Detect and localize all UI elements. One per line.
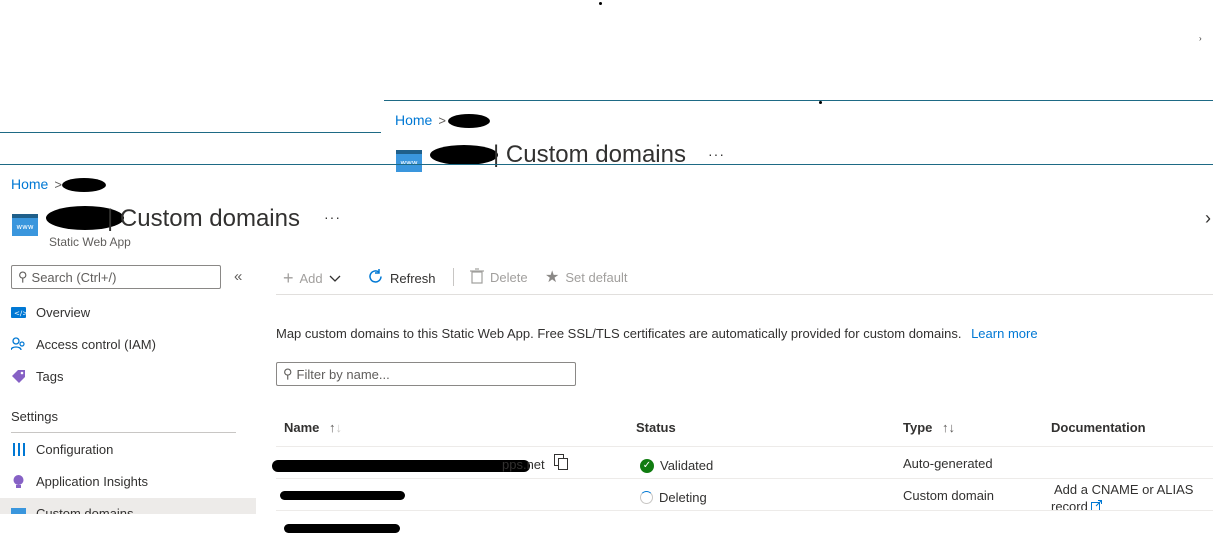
column-header-name[interactable]: Name ↑↓ — [284, 420, 342, 435]
redacted-text — [448, 114, 490, 128]
domain-name-suffix: pps.net — [502, 457, 545, 472]
filter-placeholder: Filter by name... — [296, 366, 390, 382]
sidebar-item-tags[interactable]: Tags — [11, 369, 63, 384]
refresh-button[interactable]: Refresh — [367, 268, 436, 288]
redacted-text — [284, 524, 400, 533]
svg-text:</>: </> — [14, 310, 26, 318]
sidebar-item-custom-domains[interactable]: Custom domains — [0, 498, 256, 514]
sidebar-item-label: Tags — [36, 369, 64, 384]
stray-dot — [599, 2, 602, 5]
chevron-right-icon: › — [1199, 34, 1202, 43]
row-divider — [276, 478, 1213, 479]
column-header-type[interactable]: Type ↑↓ — [903, 420, 955, 435]
redacted-text — [430, 145, 498, 165]
status-label: Validated — [660, 458, 714, 473]
breadcrumb: Home > — [395, 112, 446, 128]
sort-icon: ↑↓ — [942, 420, 956, 435]
sidebar-search-placeholder: Search (Ctrl+/) — [31, 269, 117, 285]
sidebar-item-configuration[interactable]: Configuration — [11, 442, 113, 457]
type-cell: Custom domain — [903, 488, 995, 503]
resource-type-label: Static Web App — [49, 235, 131, 249]
trash-icon — [470, 268, 484, 287]
sidebar-item-overview[interactable]: </> Overview — [11, 305, 90, 320]
divider-line — [0, 132, 381, 133]
filter-input[interactable]: ⚲ Filter by name... — [276, 362, 576, 386]
sort-icon: ↑↓ — [329, 420, 343, 435]
set-default-button-label: Set default — [565, 269, 628, 285]
row-divider — [276, 510, 1213, 511]
sidebar-item-label: Access control (IAM) — [36, 337, 156, 352]
table-header-divider — [276, 446, 1213, 447]
search-icon: ⚲ — [18, 269, 28, 284]
breadcrumb-home-link[interactable]: Home — [395, 112, 432, 128]
learn-more-link[interactable]: Learn more — [971, 326, 1037, 341]
divider-line — [384, 100, 1213, 101]
plus-icon: + — [283, 268, 294, 288]
column-header-label: Name — [284, 420, 320, 435]
toolbar-divider — [453, 268, 454, 286]
copy-icon[interactable] — [554, 454, 568, 473]
sidebar-item-label: Configuration — [36, 442, 114, 457]
divider-line — [0, 164, 1213, 165]
more-icon[interactable]: ··· — [324, 209, 341, 225]
status-validated: ✓ Validated — [640, 458, 713, 473]
doc-link-line1: Add a CNAME or ALIAS — [1054, 482, 1194, 497]
star-icon: ★ — [545, 269, 560, 286]
people-icon — [11, 337, 26, 352]
delete-button-label: Delete — [490, 270, 528, 285]
sliders-icon — [11, 442, 26, 457]
add-button[interactable]: + Add — [283, 268, 341, 289]
redacted-text — [272, 460, 530, 472]
tag-icon — [11, 369, 26, 384]
doc-link-line2: record — [1051, 499, 1088, 514]
chevron-down-icon — [329, 271, 341, 286]
chevron-right-icon: > — [438, 112, 446, 128]
lightbulb-icon — [11, 474, 26, 489]
external-link-icon — [1090, 498, 1102, 515]
toolbar-divider — [276, 294, 1213, 295]
check-circle-icon: ✓ — [640, 458, 654, 473]
refresh-icon — [367, 268, 384, 288]
page-title: | Custom domains — [107, 205, 300, 232]
search-icon: ⚲ — [283, 366, 293, 381]
delete-button[interactable]: Delete — [470, 268, 528, 287]
add-button-label: Add — [299, 271, 323, 286]
set-default-button[interactable]: ★ Set default — [545, 267, 628, 287]
redacted-text — [62, 178, 106, 192]
more-icon[interactable]: ··· — [708, 146, 725, 162]
chevron-right-icon: > — [54, 176, 62, 192]
spinner-icon — [640, 491, 653, 504]
sidebar-item-label: Overview — [36, 305, 91, 320]
static-web-app-icon — [11, 506, 26, 514]
sidebar-item-label: Application Insights — [36, 474, 149, 489]
refresh-button-label: Refresh — [390, 270, 436, 286]
stray-dot — [819, 101, 822, 104]
sidebar-section-settings: Settings — [11, 409, 58, 424]
overview-icon: </> — [11, 305, 26, 320]
status-deleting: Deleting — [640, 490, 707, 505]
divider — [11, 432, 236, 433]
sidebar-item-access-control[interactable]: Access control (IAM) — [11, 337, 156, 352]
static-web-app-icon: www — [396, 150, 422, 172]
chevron-right-icon[interactable]: › — [1205, 208, 1211, 229]
description-text: Map custom domains to this Static Web Ap… — [276, 326, 1038, 341]
description: Map custom domains to this Static Web Ap… — [276, 326, 962, 341]
column-header-status: Status — [636, 420, 676, 435]
breadcrumb: Home > — [11, 176, 62, 192]
type-cell: Auto-generated — [903, 456, 993, 471]
static-web-app-icon: www — [12, 214, 38, 236]
column-header-label: Type — [903, 420, 933, 435]
status-label: Deleting — [659, 490, 707, 505]
breadcrumb-home-link[interactable]: Home — [11, 176, 48, 192]
redacted-text — [280, 491, 405, 500]
column-header-documentation: Documentation — [1051, 420, 1146, 435]
collapse-icon[interactable]: « — [234, 268, 242, 285]
sidebar-search-input[interactable]: ⚲ Search (Ctrl+/) — [11, 265, 221, 289]
sidebar-item-label: Custom domains — [36, 506, 134, 514]
sidebar-item-application-insights[interactable]: Application Insights — [11, 474, 148, 489]
